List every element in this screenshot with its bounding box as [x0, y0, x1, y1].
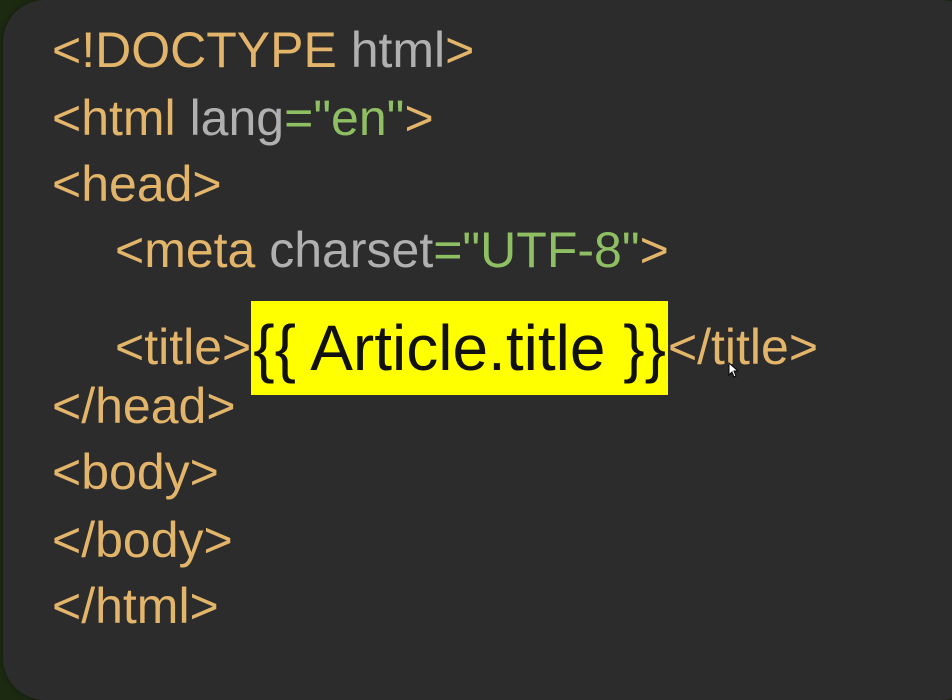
meta-charset-value: "UTF-8"	[462, 222, 640, 278]
selected-template-expression[interactable]: {{ Article.title }}	[251, 301, 668, 395]
meta-charset-eq: =	[433, 222, 463, 278]
code-line-meta: <meta charset="UTF-8">	[115, 220, 669, 280]
code-line-head-open: <head>	[52, 154, 222, 214]
doctype-html: html	[336, 22, 446, 78]
meta-close: >	[639, 222, 669, 278]
html-open-tag: <html	[52, 90, 176, 146]
code-line-title: <title>{{ Article.title }}</title>	[115, 301, 818, 395]
meta-open-tag: <meta	[115, 222, 256, 278]
code-line-doctype: <!DOCTYPE html>	[52, 20, 474, 80]
code-line-body-close: </body>	[52, 510, 233, 570]
html-lang-attr: lang	[175, 90, 285, 146]
code-line-html-close: </html>	[52, 576, 219, 636]
meta-charset-attr: charset	[255, 222, 434, 278]
doctype-close: >	[445, 22, 475, 78]
head-close-tag: </head>	[52, 378, 236, 434]
code-line-html-open: <html lang="en">	[52, 88, 434, 148]
doctype-open: <!DOCTYPE	[52, 22, 337, 78]
html-lang-value: "en"	[313, 90, 405, 146]
html-open-close: >	[404, 90, 434, 146]
head-open-tag: <head>	[52, 156, 222, 212]
html-close-tag: </html>	[52, 578, 219, 634]
title-open-tag: <title>	[115, 319, 252, 376]
code-editor[interactable]: <!DOCTYPE html> <html lang="en"> <head> …	[0, 0, 952, 679]
code-line-body-open: <body>	[52, 442, 219, 502]
title-close-tag: </title>	[667, 319, 819, 376]
html-lang-eq: =	[284, 90, 314, 146]
body-close-tag: </body>	[52, 512, 233, 568]
body-open-tag: <body>	[52, 444, 219, 500]
code-line-head-close: </head>	[52, 376, 236, 436]
mouse-cursor-icon	[728, 362, 738, 378]
